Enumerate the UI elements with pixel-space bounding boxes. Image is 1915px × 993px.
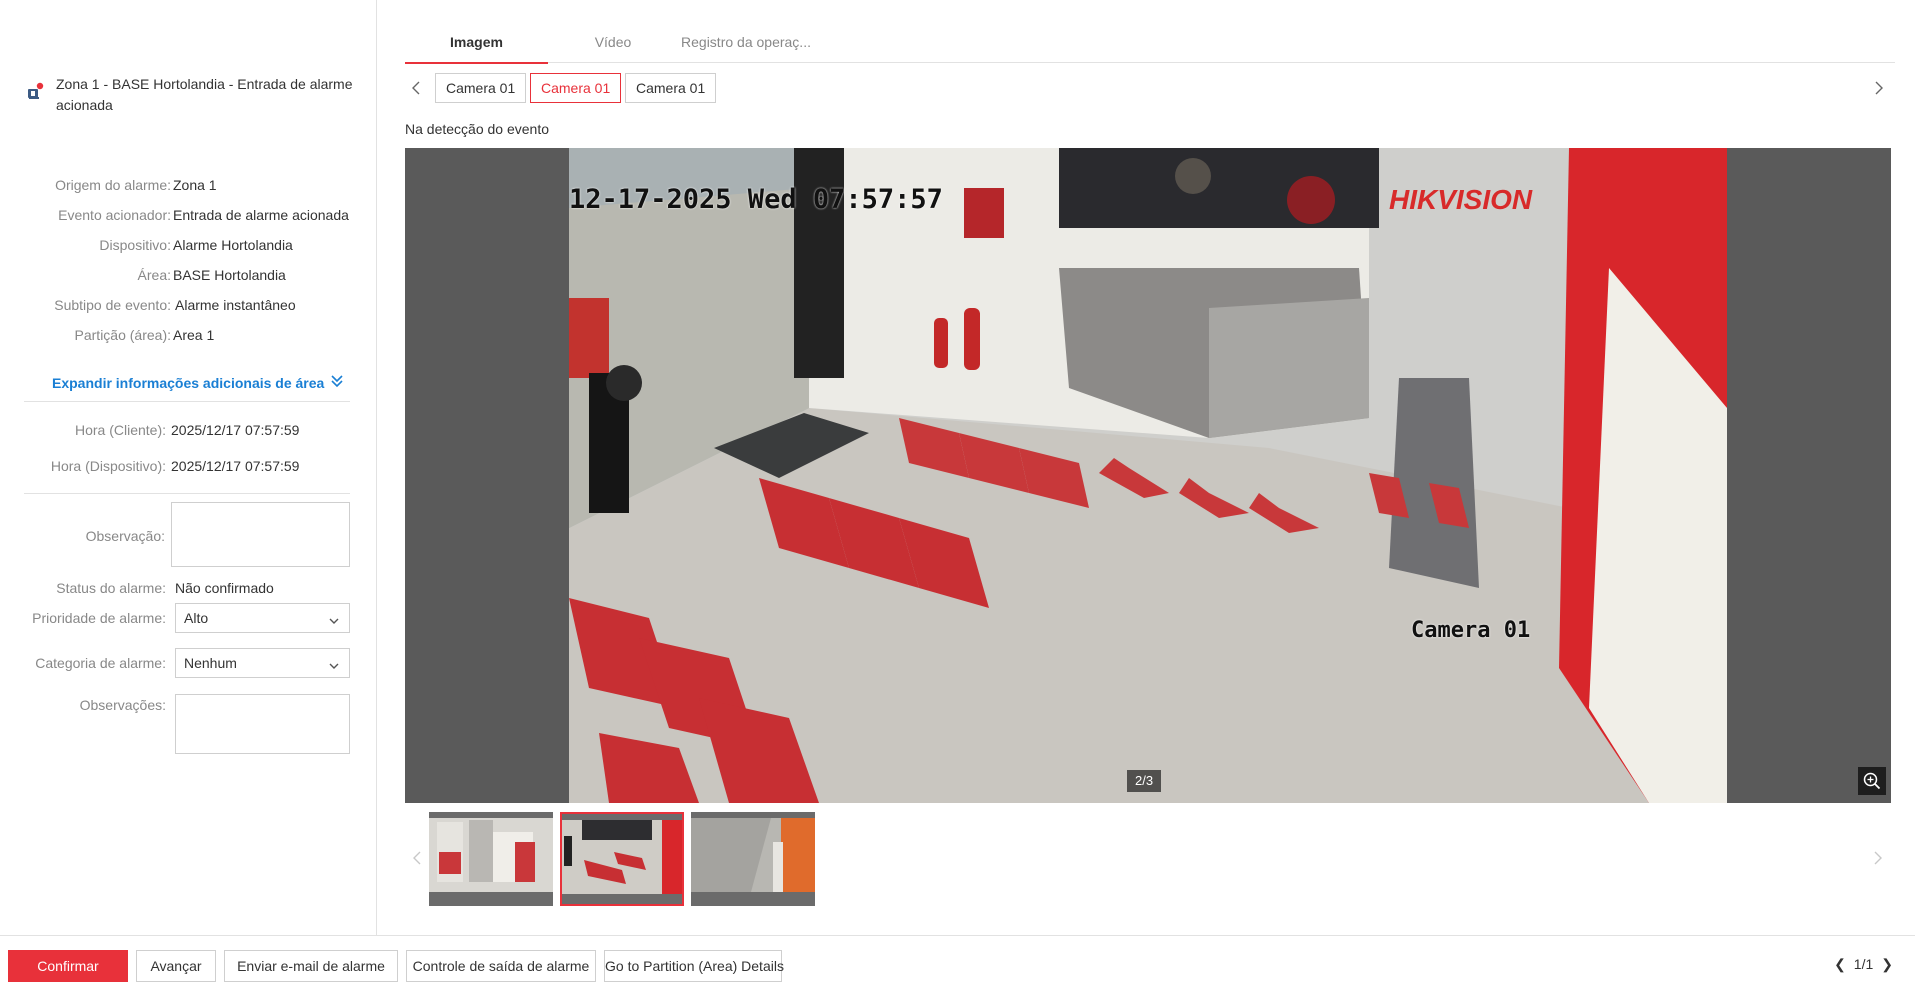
detail-label: Origem do alarme: (55, 177, 171, 193)
osd-brand-logo: HIKVISION (1389, 184, 1533, 215)
image-counter: 2/3 (1127, 770, 1162, 792)
notes-label: Observações: (79, 697, 166, 713)
osd-camera-name: Camera 01 (1411, 618, 1531, 643)
detail-label: Área: (137, 267, 171, 283)
thumbnail-image-1[interactable] (429, 812, 553, 906)
event-caption: Na detecção do evento (405, 121, 549, 137)
priority-label: Prioridade de alarme: (32, 610, 166, 626)
category-select[interactable]: Nenhum (175, 648, 350, 678)
detail-value: Alarme Hortolandia (173, 237, 293, 253)
time-value: 2025/12/17 07:57:59 (171, 458, 300, 474)
detail-value: Entrada de alarme acionada (173, 207, 349, 223)
thumbnail-image-2-selected[interactable] (560, 812, 684, 906)
osd-timestamp: 12-17-2025 Wed 07:57:57 (569, 184, 943, 215)
alarm-output-control-button[interactable]: Controle de saída de alarme (406, 950, 596, 982)
camera-button[interactable]: Camera 01 (625, 73, 717, 103)
snapshot-scene (569, 148, 1727, 803)
alarm-siren-icon (26, 82, 44, 100)
media-tabs: Imagem Vídeo Registro da operaç... (405, 28, 1895, 64)
detail-label: Evento acionador: (58, 207, 171, 223)
category-selected-value: Nenhum (184, 655, 237, 671)
detail-row-partition: Partição (área): Area 1 (0, 324, 376, 346)
time-value: 2025/12/17 07:57:59 (171, 422, 300, 438)
thumbnail-scene-3 (691, 812, 815, 906)
detail-value: Alarme instantâneo (175, 297, 296, 313)
status-label: Status do alarme: (56, 580, 166, 596)
chevron-down-icon (329, 613, 339, 624)
time-label: Hora (Cliente): (74, 422, 166, 438)
camera-selector: Camera 01 Camera 01 Camera 01 (405, 73, 1895, 103)
detail-row-trigger-event: Evento acionador: Entrada de alarme acio… (0, 204, 376, 226)
expand-area-info-label: Expandir informações adicionais de área (52, 375, 325, 391)
time-row-client: Hora (Cliente): 2025/12/17 07:57:59 (0, 419, 376, 441)
detail-row-event-subtype: Subtipo de evento: Alarme instantâneo (0, 294, 376, 316)
detail-label: Partição (área): (74, 327, 171, 343)
observation-label: Observação: (85, 528, 165, 544)
pager: ❮ 1/1 ❯ (1830, 956, 1897, 973)
detail-row-origin: Origem do alarme: Zona 1 (0, 174, 376, 196)
thumbnail-next-arrow[interactable] (1870, 850, 1886, 866)
detail-value: Zona 1 (173, 177, 217, 193)
thumbnail-scene-1 (429, 812, 553, 892)
expand-area-info-link[interactable]: Expandir informações adicionais de área (52, 374, 344, 391)
detail-row-area: Área: BASE Hortolandia (0, 264, 376, 286)
alarm-title: Zona 1 - BASE Hortolandia - Entrada de a… (56, 76, 353, 113)
detail-label: Dispositivo: (99, 237, 171, 253)
partition-details-button[interactable]: Go to Partition (Area) Details (604, 950, 784, 982)
detail-row-device: Dispositivo: Alarme Hortolandia (0, 234, 376, 256)
thumbnail-scene-2 (562, 814, 682, 904)
pager-prev-icon[interactable]: ❮ (1834, 956, 1846, 972)
status-value: Não confirmado (175, 580, 274, 596)
detail-value: Area 1 (173, 327, 215, 343)
time-label: Hora (Dispositivo): (50, 458, 166, 474)
divider (24, 401, 350, 402)
detail-value: BASE Hortolandia (173, 267, 286, 283)
notes-textarea[interactable] (175, 694, 350, 754)
status-row: Status do alarme: Não confirmado (0, 577, 376, 599)
zoom-button[interactable] (1858, 767, 1886, 795)
action-footer: Confirmar Avançar Enviar e-mail de alarm… (0, 935, 1915, 993)
detail-label: Subtipo de evento: (54, 297, 171, 313)
image-viewer: 12-17-2025 Wed 07:57:57 HIKVISION Camera… (405, 148, 1891, 803)
category-label: Categoria de alarme: (35, 655, 166, 671)
time-row-device: Hora (Dispositivo): 2025/12/17 07:57:59 (0, 455, 376, 477)
snapshot-image[interactable]: 12-17-2025 Wed 07:57:57 HIKVISION Camera… (569, 148, 1727, 803)
send-alarm-email-button[interactable]: Enviar e-mail de alarme (224, 950, 398, 982)
double-chevron-down-icon (330, 374, 344, 391)
alarm-detail-panel: Zona 1 - BASE Hortolandia - Entrada de a… (0, 0, 377, 935)
priority-select[interactable]: Alto (175, 603, 350, 633)
advance-button[interactable]: Avançar (136, 950, 216, 982)
thumbnail-prev-arrow[interactable] (410, 850, 426, 866)
chevron-down-icon (329, 658, 339, 669)
camera-prev-arrow[interactable] (409, 80, 425, 96)
priority-selected-value: Alto (184, 610, 209, 626)
thumbnail-image-3[interactable] (691, 812, 815, 906)
thumbnail-strip (405, 810, 1895, 910)
tab-operation-log[interactable]: Registro da operaç... (678, 28, 814, 62)
camera-button-selected[interactable]: Camera 01 (530, 73, 622, 103)
tab-video[interactable]: Vídeo (548, 28, 678, 62)
pager-text: 1/1 (1853, 956, 1874, 972)
zoom-in-icon (1858, 772, 1886, 798)
tab-image[interactable]: Imagem (405, 28, 548, 64)
camera-button[interactable]: Camera 01 (435, 73, 527, 103)
observation-textarea[interactable] (171, 502, 350, 567)
camera-next-arrow[interactable] (1871, 80, 1887, 96)
divider (24, 493, 350, 494)
confirm-button[interactable]: Confirmar (8, 950, 128, 982)
pager-next-icon[interactable]: ❯ (1881, 956, 1893, 972)
